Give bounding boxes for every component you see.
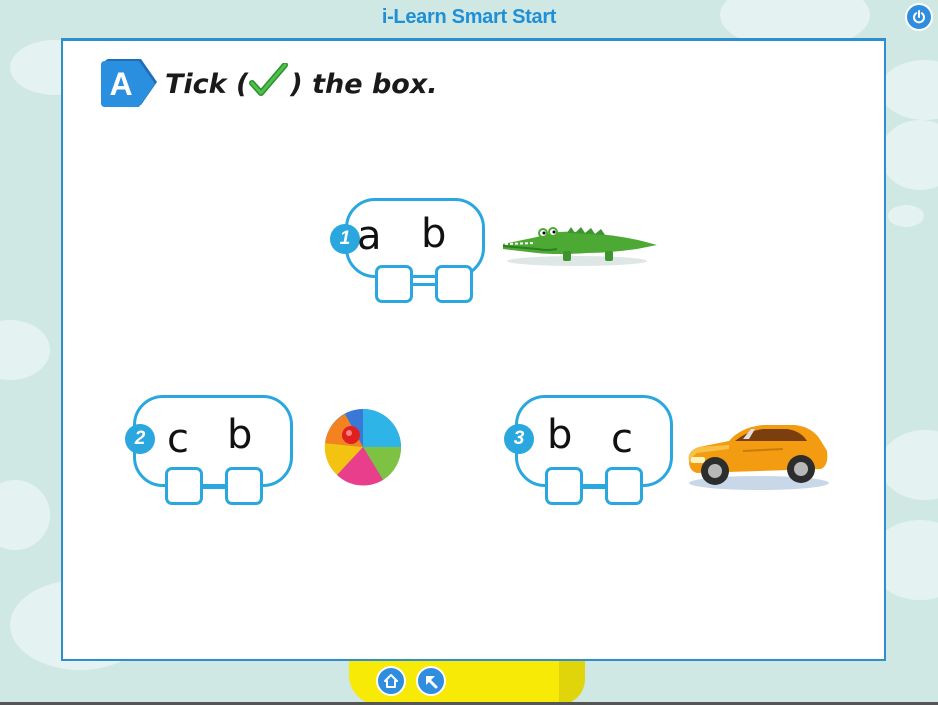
checkmark-icon bbox=[249, 63, 289, 96]
back-button[interactable] bbox=[416, 666, 446, 696]
box-connector bbox=[411, 283, 437, 286]
letter-card bbox=[515, 395, 673, 487]
exercise-panel: A Tick ( ) the box. 1 a b 2 c b 3 b c bbox=[61, 38, 886, 661]
background-cloud bbox=[880, 120, 938, 190]
section-letter: A bbox=[109, 66, 132, 102]
letter-option: b bbox=[421, 211, 447, 257]
letter-option: c bbox=[167, 416, 189, 462]
tick-box[interactable] bbox=[605, 467, 643, 505]
instruction-text: Tick ( ) the box. bbox=[165, 63, 438, 100]
background-cloud bbox=[0, 320, 50, 380]
question-item-2: 2 c b bbox=[115, 395, 415, 510]
home-icon bbox=[384, 674, 398, 688]
letter-card bbox=[133, 395, 293, 487]
background-cloud bbox=[880, 60, 938, 120]
instruction-end: ) the box. bbox=[290, 69, 438, 100]
crocodile-picture bbox=[502, 227, 657, 266]
tick-box[interactable] bbox=[225, 467, 263, 505]
background-cloud bbox=[880, 430, 938, 500]
instruction-start: Tick ( bbox=[165, 69, 249, 100]
tick-box[interactable] bbox=[375, 265, 413, 303]
box-connector bbox=[201, 486, 227, 489]
background-cloud bbox=[888, 205, 924, 227]
tick-box[interactable] bbox=[435, 265, 473, 303]
home-button[interactable] bbox=[376, 666, 406, 696]
letter-option: b bbox=[547, 412, 573, 458]
question-item-3: 3 b c bbox=[497, 395, 857, 510]
back-arrow-icon bbox=[426, 676, 438, 689]
tick-box[interactable] bbox=[545, 467, 583, 505]
power-icon bbox=[913, 10, 925, 24]
box-connector bbox=[581, 486, 607, 489]
letter-option: a bbox=[357, 213, 382, 259]
power-button[interactable] bbox=[905, 3, 933, 31]
ball-picture bbox=[324, 409, 402, 486]
app-title: i-Learn Smart Start bbox=[381, 6, 557, 28]
section-badge: A bbox=[101, 59, 157, 107]
question-item-1: 1 a b bbox=[327, 198, 687, 313]
background-cloud bbox=[0, 480, 50, 550]
toolbar-shade bbox=[559, 661, 585, 705]
question-number: 2 bbox=[125, 424, 155, 454]
question-number: 3 bbox=[504, 424, 534, 454]
car-picture bbox=[688, 425, 829, 490]
question-number: 1 bbox=[330, 224, 360, 254]
letter-option: c bbox=[611, 416, 633, 462]
letter-option: b bbox=[227, 412, 253, 458]
tick-box[interactable] bbox=[165, 467, 203, 505]
